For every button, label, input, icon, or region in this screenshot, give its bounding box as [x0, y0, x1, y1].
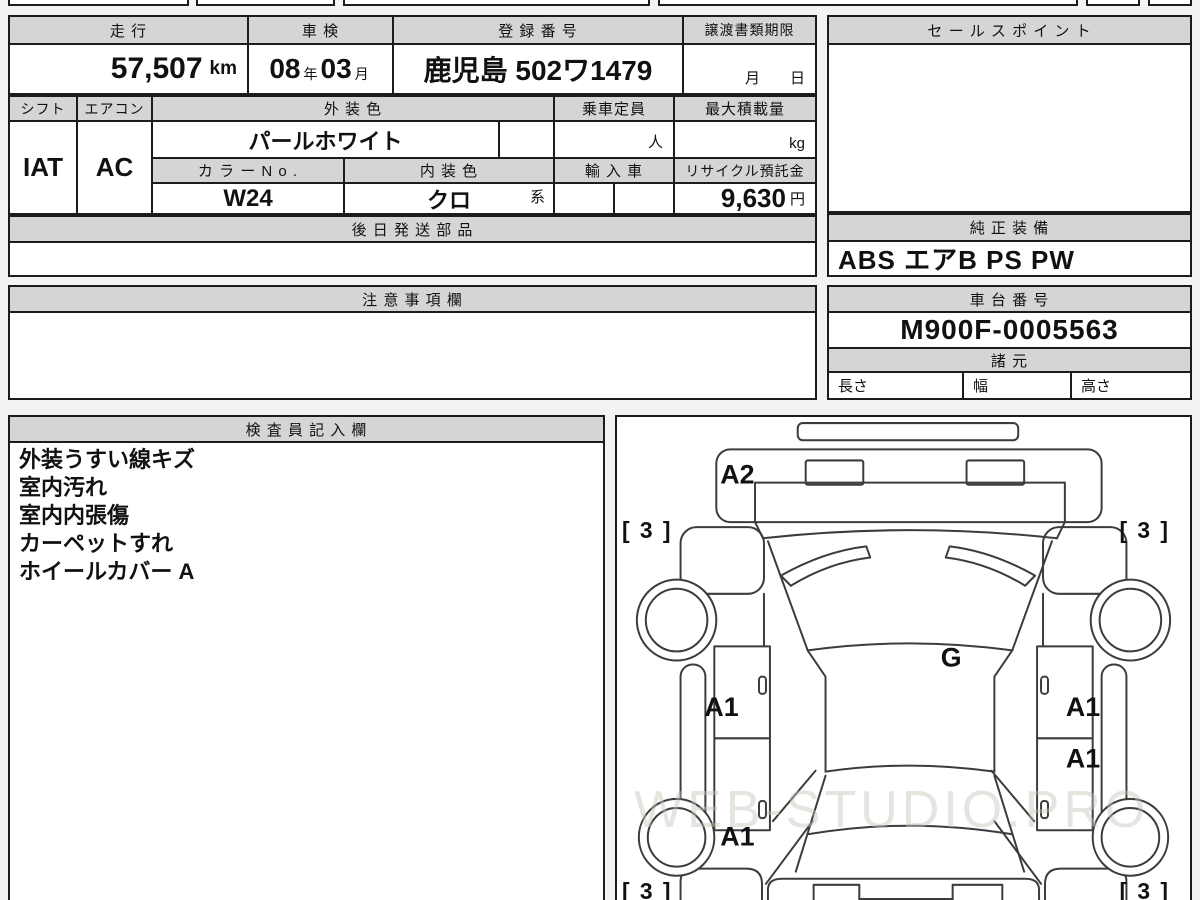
- recycle-header: リサイクル預託金: [675, 159, 815, 182]
- genuine-equipment-header: 純 正 装 備: [829, 215, 1190, 240]
- registration-value: 鹿児島 502ワ1479: [394, 45, 682, 93]
- inspector-note-line: カーペットすれ: [19, 531, 174, 556]
- max-load-header: 最大積載量: [675, 97, 815, 120]
- inspector-note-line: 室内内張傷: [19, 503, 130, 528]
- car-diagram-box: A2 G A1 A1 A1 A1 [ 3 ] [ 3 ] [ 3 ] [ 3 ]: [615, 415, 1192, 900]
- registration-number: 鹿児島 502ワ1479: [423, 55, 653, 86]
- mark-tire-front-left: [ 3 ]: [622, 517, 673, 543]
- mark-right-rear-door: A1: [1066, 743, 1100, 773]
- mark-windshield: G: [941, 642, 962, 672]
- sales-point-header: セ ー ル ス ポ イ ン ト: [829, 17, 1190, 43]
- spec-length-label: 長さ: [838, 378, 869, 395]
- mark-front-bumper: A2: [720, 459, 754, 489]
- later-parts-box: 後 日 発 送 部 品: [8, 215, 817, 277]
- spec-height: 高さ: [1072, 373, 1190, 398]
- inspector-notes: 外装うすい線キズ 室内汚れ 室内内張傷 カーペットすれ ホイールカバー A: [10, 443, 603, 900]
- caution-header: 注 意 事 項 欄: [10, 287, 815, 311]
- chassis-header: 車 台 番 号: [829, 287, 1190, 311]
- capacity-header: 乗車定員: [555, 97, 673, 120]
- mark-tire-rear-left: [ 3 ]: [622, 878, 673, 900]
- transfer-docs-value: 月 日: [684, 45, 815, 93]
- mileage-value: 57,507 km: [10, 45, 247, 93]
- capacity-value: 人: [555, 122, 673, 157]
- exterior-color-header: 外 装 色: [153, 97, 553, 120]
- caution-value: [10, 313, 815, 398]
- import-value-1: [555, 184, 613, 213]
- transfer-docs-placeholder: 月 日: [744, 70, 805, 87]
- shaken-year-unit: 年: [303, 66, 318, 82]
- recycle-unit: 円: [789, 191, 805, 208]
- mark-tire-front-right: [ 3 ]: [1119, 517, 1170, 543]
- transfer-docs-header: 譲渡書類期限: [684, 17, 815, 43]
- exterior-color-value: パールホワイト: [153, 122, 498, 157]
- spec-length: 長さ: [829, 373, 962, 398]
- shift-header: シフト: [10, 97, 76, 120]
- cutoff-cell: [196, 0, 335, 6]
- chassis-specs-box: 車 台 番 号 M900F-0005563 諸 元 長さ 幅 高さ: [827, 285, 1192, 400]
- cutoff-cell: [658, 0, 1078, 6]
- genuine-equipment-box: 純 正 装 備 ABS エアB PS PW: [827, 213, 1192, 277]
- interior-color-value: クロ 系: [345, 184, 553, 213]
- aircon-header: エアコン: [78, 97, 151, 120]
- chassis-value: M900F-0005563: [829, 313, 1190, 347]
- cutoff-cell: [1148, 0, 1192, 6]
- shaken-month: 03: [320, 53, 352, 84]
- inspector-note-line: ホイールカバー A: [19, 559, 195, 584]
- registration-header: 登 録 番 号: [394, 17, 682, 43]
- color-no-header: カ ラ ー N o .: [153, 159, 343, 182]
- cutoff-cell: [8, 0, 189, 6]
- inspector-box: 検 査 員 記 入 欄 外装うすい線キズ 室内汚れ 室内内張傷 カーペットすれ …: [8, 415, 605, 900]
- auction-sheet: 走 行 車 検 登 録 番 号 譲渡書類期限 57,507 km 08 年 03…: [0, 0, 1200, 900]
- shaken-month-unit: 月: [354, 66, 369, 82]
- mark-right-front-door: A1: [1066, 692, 1100, 722]
- mileage-header: 走 行: [10, 17, 247, 43]
- color-no-value: W24: [153, 184, 343, 213]
- shift-value: IAT: [10, 122, 76, 213]
- mark-tire-rear-right: [ 3 ]: [1119, 878, 1170, 900]
- shaken-header: 車 検: [249, 17, 392, 43]
- max-load-value: kg: [675, 122, 815, 157]
- genuine-equipment-value: ABS エアB PS PW: [829, 242, 1190, 275]
- recycle-amount: 9,630: [720, 184, 786, 213]
- sales-point-value: [829, 45, 1190, 211]
- car-diagram: A2 G A1 A1 A1 A1 [ 3 ] [ 3 ] [ 3 ] [ 3 ]: [622, 422, 1172, 900]
- inspector-note-line: 室内汚れ: [19, 475, 108, 500]
- import-header: 輸 入 車: [555, 159, 673, 182]
- recycle-value: 9,630 円: [675, 184, 815, 213]
- cutoff-cell: [1086, 0, 1140, 6]
- later-parts-value: [10, 243, 815, 275]
- mark-left-front-door: A1: [704, 692, 738, 722]
- spec-height-label: 高さ: [1081, 378, 1112, 395]
- specs-header: 諸 元: [829, 349, 1190, 371]
- later-parts-header: 後 日 発 送 部 品: [10, 217, 815, 241]
- shaken-value: 08 年 03 月: [249, 45, 392, 93]
- shaken-year: 08: [269, 53, 301, 84]
- mileage-number: 57,507: [110, 52, 203, 85]
- spec-width: 幅: [964, 373, 1070, 398]
- interior-color-name: クロ: [426, 187, 471, 213]
- mark-left-rear-quarter: A1: [720, 821, 754, 851]
- aircon-value: AC: [78, 122, 151, 213]
- import-value-2: [615, 184, 673, 213]
- exterior-color-extra: [500, 122, 553, 157]
- sales-point-box: セ ー ル ス ポ イ ン ト: [827, 15, 1192, 213]
- vehicle-table: シフト エアコン 外 装 色 乗車定員 最大積載量 IAT AC パールホワイト…: [8, 95, 817, 215]
- inspector-note-line: 外装うすい線キズ: [19, 447, 196, 472]
- header-table: 走 行 車 検 登 録 番 号 譲渡書類期限 57,507 km 08 年 03…: [8, 15, 817, 95]
- inspector-header: 検 査 員 記 入 欄: [10, 417, 603, 441]
- caution-box: 注 意 事 項 欄: [8, 285, 817, 400]
- interior-color-header: 内 装 色: [345, 159, 553, 182]
- interior-color-suffix: 系: [529, 189, 545, 206]
- cutoff-cell: [343, 0, 650, 6]
- mileage-unit: km: [209, 58, 237, 79]
- spec-width-label: 幅: [973, 378, 989, 395]
